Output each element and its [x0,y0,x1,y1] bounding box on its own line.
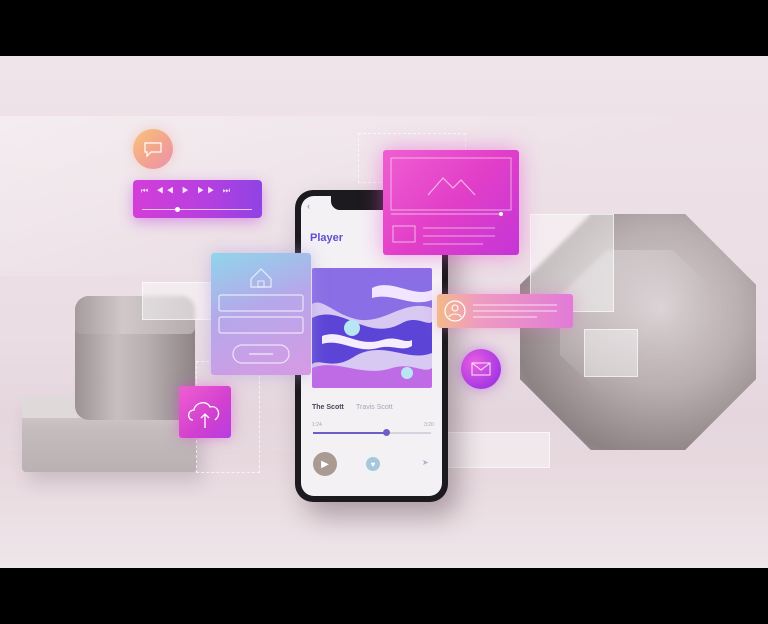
time-total: 3:20 [424,422,434,428]
share-icon[interactable]: ➤ [422,458,429,467]
media-progress-dot [175,207,180,212]
time-elapsed: 1:24 [312,422,322,428]
video-player-icon [390,157,512,245]
play-icon[interactable]: ▶ [313,452,337,476]
home-icon [250,268,272,288]
mail-icon [471,362,491,376]
user-profile-card [437,294,573,328]
upload-card [179,386,231,438]
heart-icon[interactable]: ♥ [366,457,380,471]
song-title: The Scott [312,404,344,411]
glass-panel [584,329,638,377]
user-profile-icon [444,300,466,322]
progress-fill [313,432,386,434]
mail-orb [461,349,501,389]
back-chevron-icon[interactable]: ‹ [307,201,310,211]
media-controls-icon: ⏮ ◀◀ ▶ ▶▶ ⏭ [141,186,233,195]
screen-title: Player [310,232,344,244]
progress-knob[interactable] [383,429,390,436]
chat-bubble-icon [133,129,173,169]
album-artwork [312,268,432,388]
cloud-upload-icon [187,402,220,428]
media-progress-line [142,209,252,210]
glass-panel [142,282,212,320]
glass-panel [440,432,550,468]
video-player-card [383,150,519,255]
artist-name: Travis Scott [356,404,393,411]
login-form-card [211,253,311,375]
